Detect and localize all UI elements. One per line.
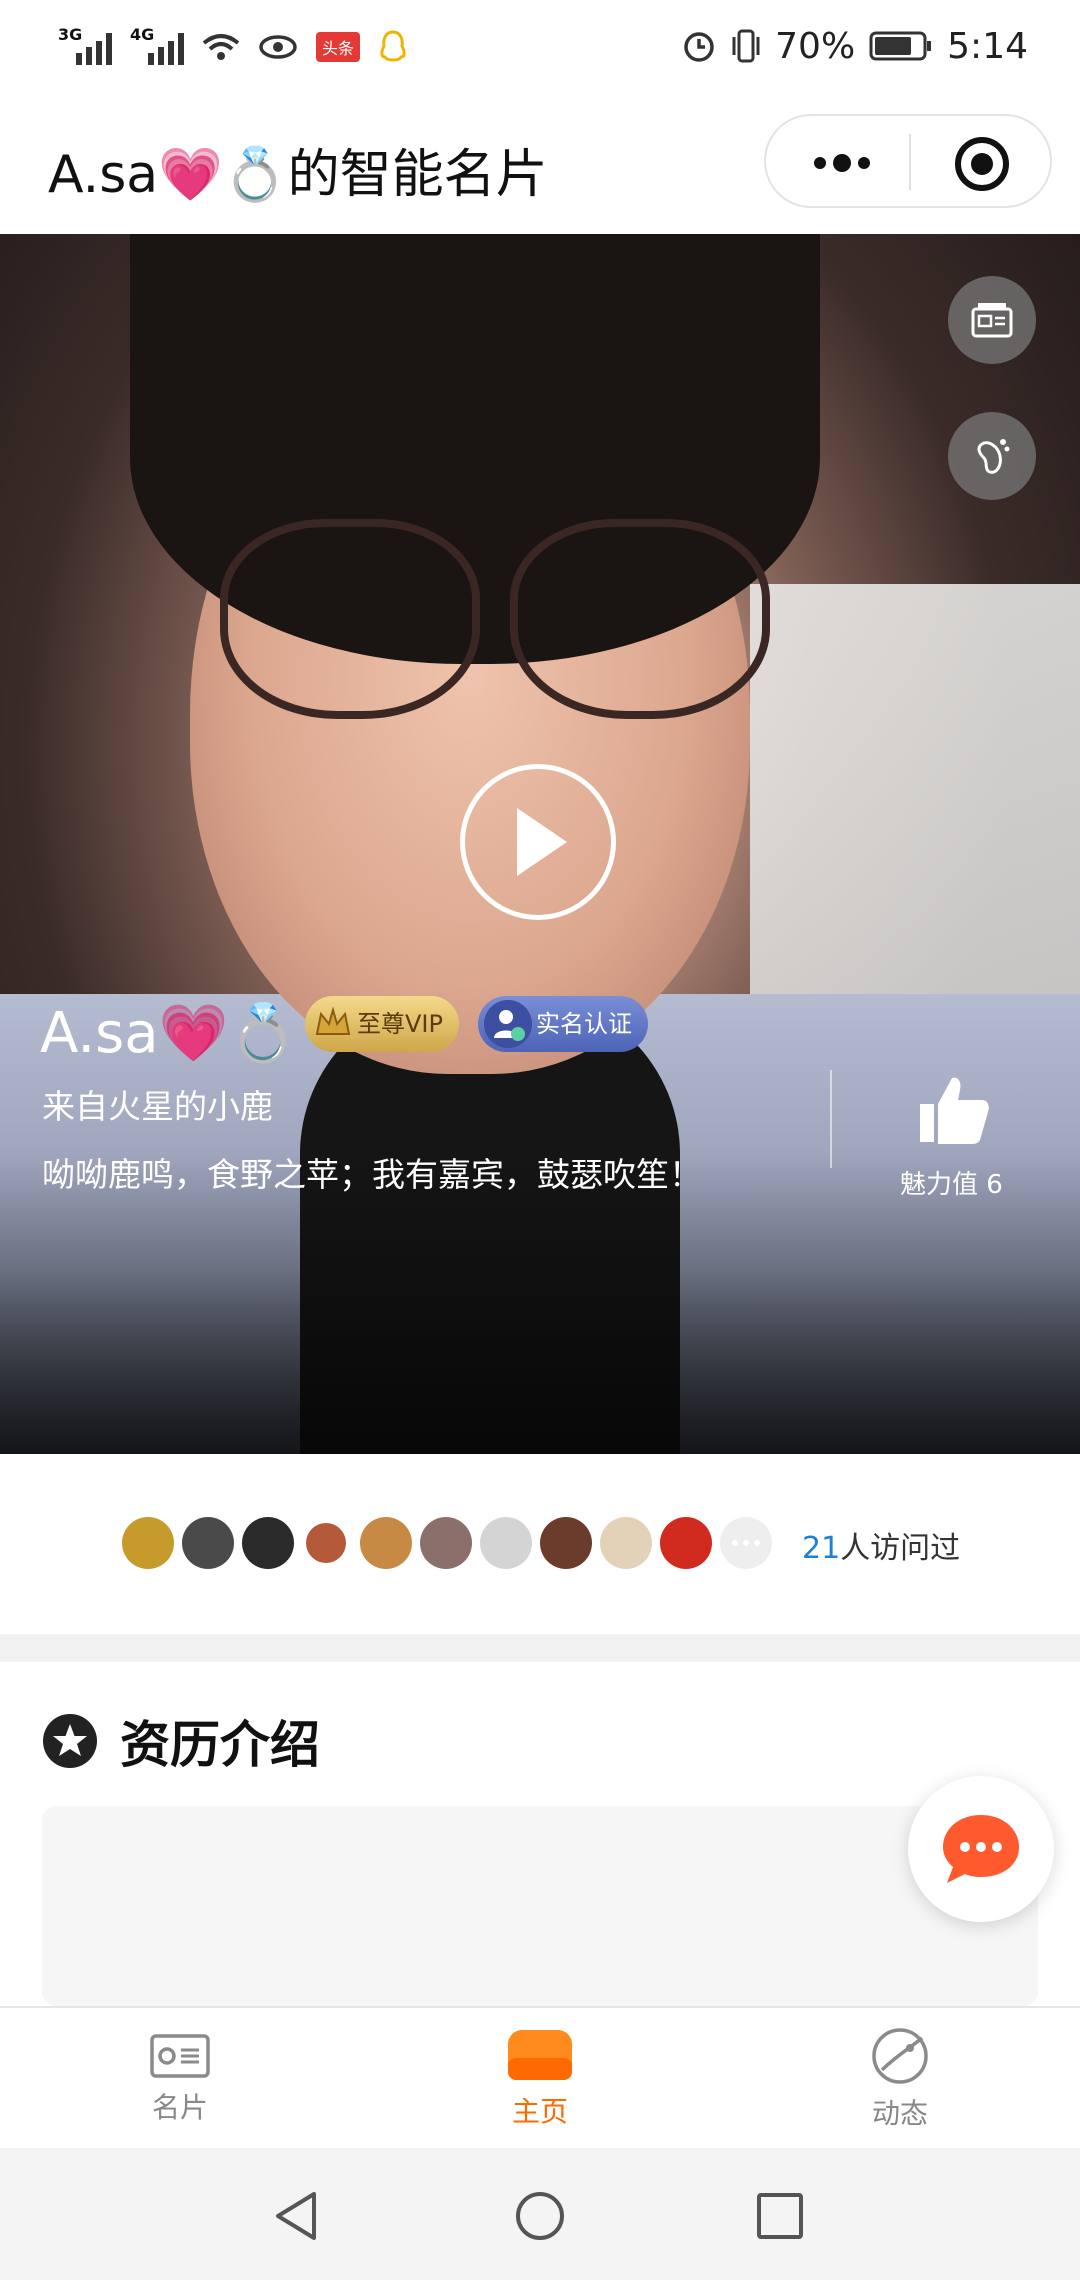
recents-square-icon [757, 2193, 803, 2239]
tab-card[interactable]: 名片 [60, 2008, 300, 2150]
more-visitors-icon [720, 1517, 772, 1569]
home-circle-icon [516, 2192, 564, 2240]
play-icon [517, 808, 567, 876]
qualification-section-header: 资历介绍 [42, 1705, 320, 1777]
battery-percent: 70% [775, 25, 856, 67]
clock-time: 5:14 [947, 25, 1028, 67]
close-miniapp-button[interactable] [954, 136, 1010, 192]
capsule-divider [909, 134, 911, 190]
avatar [540, 1517, 592, 1569]
system-navigation-bar [0, 2148, 1080, 2280]
verified-user-icon [484, 1000, 532, 1048]
battery-icon [869, 31, 932, 61]
recents-button[interactable] [756, 2192, 804, 2240]
tab-feed[interactable]: 动态 [780, 2008, 1020, 2150]
back-triangle-icon [276, 2192, 316, 2240]
avatar [306, 1523, 346, 1563]
profile-name: A.sa💗💍 [40, 1001, 299, 1066]
avatar [182, 1517, 234, 1569]
visitor-count-label: 人访问过 [840, 1531, 961, 1566]
profile-subtitle: 来自火星的小鹿 [42, 1087, 273, 1126]
verified-badge-label: 实名认证 [536, 1010, 632, 1038]
crown-icon [315, 1006, 351, 1035]
tab-card-label: 名片 [151, 2091, 208, 2124]
visitor-count-number: 21 [802, 1531, 841, 1566]
title-bar: A.sa💗💍的智能名片 [0, 92, 1080, 234]
vip-badge-label: 至尊VIP [357, 1010, 443, 1038]
network-4g-label: 4G [130, 25, 155, 44]
vibrate-icon [732, 29, 760, 63]
page-title: A.sa💗💍的智能名片 [48, 145, 548, 205]
business-card-button[interactable] [948, 276, 1036, 364]
avatar [420, 1517, 472, 1569]
thumbs-up-icon [920, 1077, 989, 1144]
miniapp-capsule [764, 114, 1052, 208]
status-bar: 3G 4G 头条 70% 5:14 [0, 0, 1080, 92]
charm-value: 魅力值 6 [900, 1170, 1003, 1200]
bottom-tab-bar: 名片 主页 动态 [0, 2006, 1080, 2150]
more-dots-icon [814, 154, 870, 172]
footprint-icon [977, 439, 1010, 474]
avatar [122, 1517, 174, 1569]
alarm-icon [684, 32, 714, 62]
home-icon [508, 2030, 572, 2080]
qq-icon [380, 30, 406, 62]
target-icon [955, 137, 1009, 191]
avatar [600, 1517, 652, 1569]
tab-home[interactable]: 主页 [420, 2008, 660, 2150]
like-button[interactable] [914, 1070, 994, 1150]
glasses-right-lens [510, 519, 770, 719]
visitor-count[interactable]: 21人访问过 [802, 1523, 960, 1567]
tab-home-label: 主页 [511, 2095, 568, 2128]
qualification-card [42, 1806, 1038, 2006]
visitor-avatars[interactable] [122, 1515, 780, 1571]
avatar [242, 1517, 294, 1569]
play-button[interactable] [460, 764, 616, 920]
profile-video-cover[interactable]: A.sa💗💍 至尊VIP 实名认证 来自火星的小鹿 呦呦鹿鸣，食野之苹；我有嘉宾… [0, 234, 1080, 1454]
vip-badge: 至尊VIP [305, 996, 459, 1052]
chat-bubble-icon [943, 1815, 1019, 1883]
signal-3g-icon: 3G [58, 25, 112, 65]
star-icon [43, 1714, 97, 1768]
chat-button[interactable] [908, 1776, 1054, 1922]
status-right: 70% 5:14 [681, 18, 1028, 74]
card-icon [150, 2034, 210, 2078]
section-title: 资历介绍 [120, 1716, 320, 1774]
back-button[interactable] [270, 2190, 322, 2242]
avatar [480, 1517, 532, 1569]
status-left: 3G 4G 头条 [58, 22, 408, 72]
avatar [660, 1517, 712, 1569]
tab-feed-label: 动态 [871, 2097, 928, 2130]
avatar [360, 1517, 412, 1569]
planet-icon [872, 2028, 928, 2084]
network-3g-label: 3G [58, 25, 83, 44]
eye-icon [259, 35, 297, 59]
news-app-icon: 头条 [316, 32, 361, 62]
more-button[interactable] [802, 146, 882, 180]
glasses-left-lens [220, 519, 480, 719]
home-nav-button[interactable] [514, 2190, 566, 2242]
vertical-divider [830, 1070, 832, 1168]
wifi-icon [202, 34, 240, 60]
signal-4g-icon: 4G [130, 25, 184, 65]
verified-badge: 实名认证 [478, 996, 648, 1052]
footprint-button[interactable] [948, 412, 1036, 500]
section-separator [0, 1634, 1080, 1662]
id-card-icon [971, 303, 1013, 338]
profile-motto: 呦呦鹿鸣，食野之苹；我有嘉宾，鼓瑟吹笙！ [42, 1155, 702, 1194]
